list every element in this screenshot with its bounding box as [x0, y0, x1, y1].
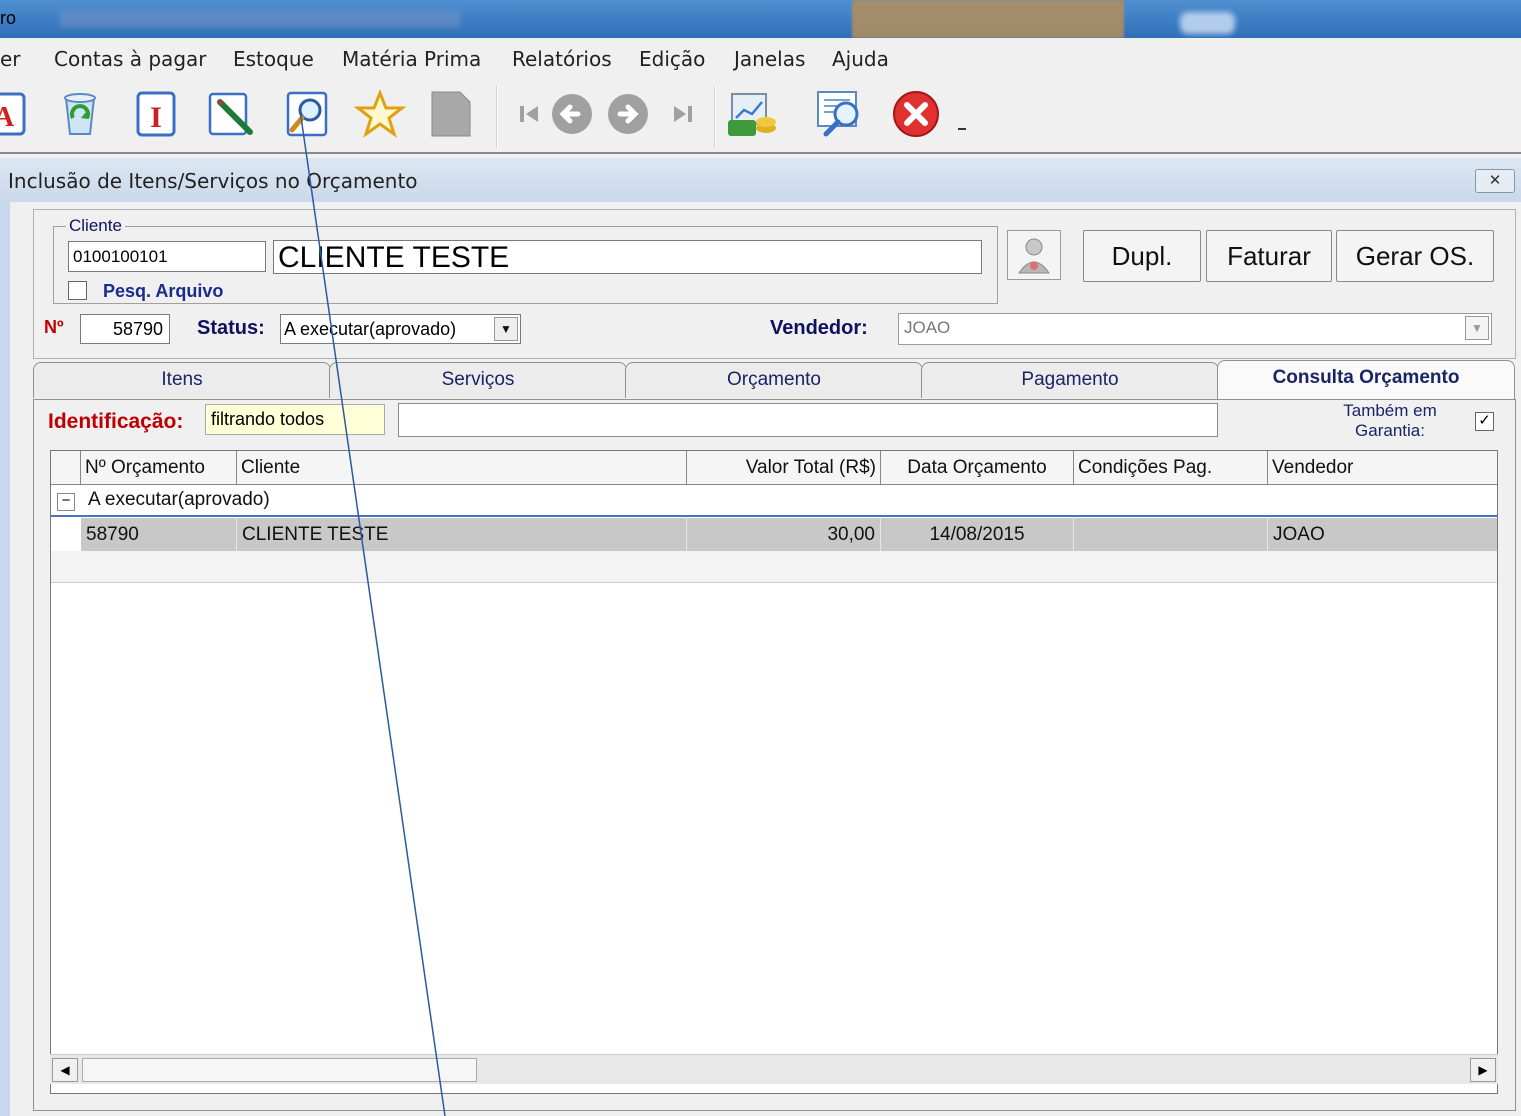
recycle-icon[interactable]: [52, 86, 108, 142]
numero-field[interactable]: 58790: [80, 314, 170, 344]
child-close-button[interactable]: ✕: [1475, 169, 1515, 193]
cell-data: 14/08/2015: [881, 518, 1074, 551]
close-error-icon[interactable]: [888, 86, 944, 142]
tab-consulta-orcamento[interactable]: Consulta Orçamento: [1217, 360, 1515, 400]
cash-report-icon[interactable]: [724, 86, 780, 142]
chevron-down-icon[interactable]: ▼: [494, 317, 518, 341]
table-row[interactable]: 58790 CLIENTE TESTE 30,00 14/08/2015 JOA…: [81, 518, 1497, 551]
pesq-arquivo-checkbox[interactable]: [68, 281, 87, 300]
vendedor-label: Vendedor:: [770, 317, 868, 339]
grid-header-condicoes[interactable]: Condições Pag.: [1074, 451, 1268, 485]
child-window-title-bar: Inclusão de Itens/Serviços no Orçamento …: [0, 158, 1521, 202]
scroll-thumb[interactable]: [82, 1058, 477, 1082]
grid-group-row[interactable]: − A executar(aprovado): [51, 485, 1497, 517]
cell-valor-total: 30,00: [687, 518, 881, 551]
mdi-left-edge: [0, 202, 10, 1116]
app-title-bar: ro: [0, 0, 1521, 38]
cell-vendedor: JOAO: [1273, 524, 1325, 545]
grid-group-label: A executar(aprovado): [88, 489, 270, 510]
tab-orcamento[interactable]: Orçamento: [625, 362, 923, 398]
garantia-checkbox[interactable]: ✓: [1475, 412, 1494, 431]
orcamento-grid: Nº Orçamento Cliente Valor Total (R$) Da…: [50, 450, 1498, 1094]
previous-icon[interactable]: [544, 86, 600, 142]
grid-header-data[interactable]: Data Orçamento: [881, 451, 1074, 485]
toolbar-separator: [496, 86, 498, 148]
scroll-right-icon[interactable]: ▶: [1470, 1058, 1496, 1082]
svg-text:A: A: [0, 102, 15, 133]
insert-icon[interactable]: I: [128, 86, 184, 142]
vendedor-select[interactable]: JOAO ▼: [898, 313, 1492, 345]
status-label: Status:: [197, 317, 265, 339]
grid-header-cliente[interactable]: Cliente: [237, 451, 687, 485]
customer-avatar-button[interactable]: [1007, 230, 1061, 280]
app-title: ro: [0, 8, 17, 28]
grid-header-spacer: [51, 451, 81, 485]
tab-pagamento[interactable]: Pagamento: [921, 362, 1219, 398]
status-select[interactable]: A executar(aprovado) ▼: [280, 314, 521, 344]
cell-cliente: CLIENTE TESTE: [237, 518, 687, 551]
title-blurred-tab: [852, 0, 1124, 38]
tab-strip: Itens Serviços Orçamento Pagamento Consu…: [33, 360, 1516, 400]
favorite-star-icon[interactable]: [352, 86, 408, 142]
toolbar-overflow-marker[interactable]: [958, 128, 966, 130]
status-value: A executar(aprovado): [284, 319, 457, 339]
grid-header-vendedor[interactable]: Vendedor: [1268, 451, 1497, 485]
grid-empty-row: [51, 551, 1497, 583]
dupl-button[interactable]: Dupl.: [1083, 230, 1201, 282]
child-window-title: Inclusão de Itens/Serviços no Orçamento: [8, 169, 418, 193]
person-icon: [1018, 238, 1050, 274]
menu-item-estoque[interactable]: Estoque: [233, 47, 314, 71]
garantia-label: Também em Garantia:: [1343, 401, 1437, 440]
toolbar: A I: [0, 78, 1521, 154]
menu-bar: er Contas à pagar Estoque Matéria Prima …: [0, 38, 1521, 78]
identificacao-field[interactable]: filtrando todos: [205, 404, 385, 435]
menu-item-ajuda[interactable]: Ajuda: [832, 47, 889, 71]
menu-item-janelas[interactable]: Janelas: [734, 47, 805, 71]
menu-item-relatorios[interactable]: Relatórios: [512, 47, 612, 71]
horizontal-scrollbar[interactable]: ◀ ▶: [50, 1054, 1498, 1084]
search-icon[interactable]: [280, 86, 336, 142]
identificacao-label: Identificação:: [48, 410, 184, 433]
faturar-button[interactable]: Faturar: [1206, 230, 1332, 282]
edit-icon[interactable]: [204, 86, 260, 142]
cliente-name-field[interactable]: CLIENTE TESTE: [273, 240, 982, 274]
search-input[interactable]: [398, 403, 1218, 437]
tab-itens[interactable]: Itens: [33, 362, 331, 398]
menu-item-contas-a-pagar[interactable]: Contas à pagar: [54, 47, 207, 71]
cliente-code-field[interactable]: 0100100101: [68, 241, 266, 272]
menu-item-materia-prima[interactable]: Matéria Prima: [342, 47, 481, 71]
gerar-os-button[interactable]: Gerar OS.: [1336, 230, 1494, 282]
cell-numero: 58790: [81, 518, 237, 551]
collapse-icon[interactable]: −: [57, 493, 75, 511]
vendedor-value: JOAO: [904, 318, 951, 337]
save-icon[interactable]: [422, 86, 478, 142]
next-icon[interactable]: [600, 86, 656, 142]
toolbar-separator: [714, 86, 716, 148]
chevron-down-icon[interactable]: ▼: [1465, 316, 1489, 340]
title-blurred-text: [60, 10, 460, 28]
numero-label: Nº: [44, 317, 64, 337]
text-icon[interactable]: A: [0, 86, 32, 142]
cliente-legend: Cliente: [66, 216, 125, 236]
menu-item-truncated[interactable]: er: [0, 47, 21, 71]
svg-text:I: I: [150, 101, 162, 134]
cell-condicoes: [1074, 518, 1268, 551]
menu-item-edicao[interactable]: Edição: [639, 47, 705, 71]
tab-servicos[interactable]: Serviços: [329, 362, 627, 398]
scroll-left-icon[interactable]: ◀: [52, 1058, 78, 1082]
grid-header-valor-total[interactable]: Valor Total (R$): [687, 451, 881, 485]
last-record-icon[interactable]: [652, 86, 708, 142]
title-blurred-button: [1180, 12, 1235, 34]
grid-header-numero[interactable]: Nº Orçamento: [81, 451, 237, 485]
preview-icon[interactable]: [812, 86, 868, 142]
pesq-arquivo-label: Pesq. Arquivo: [103, 281, 224, 301]
